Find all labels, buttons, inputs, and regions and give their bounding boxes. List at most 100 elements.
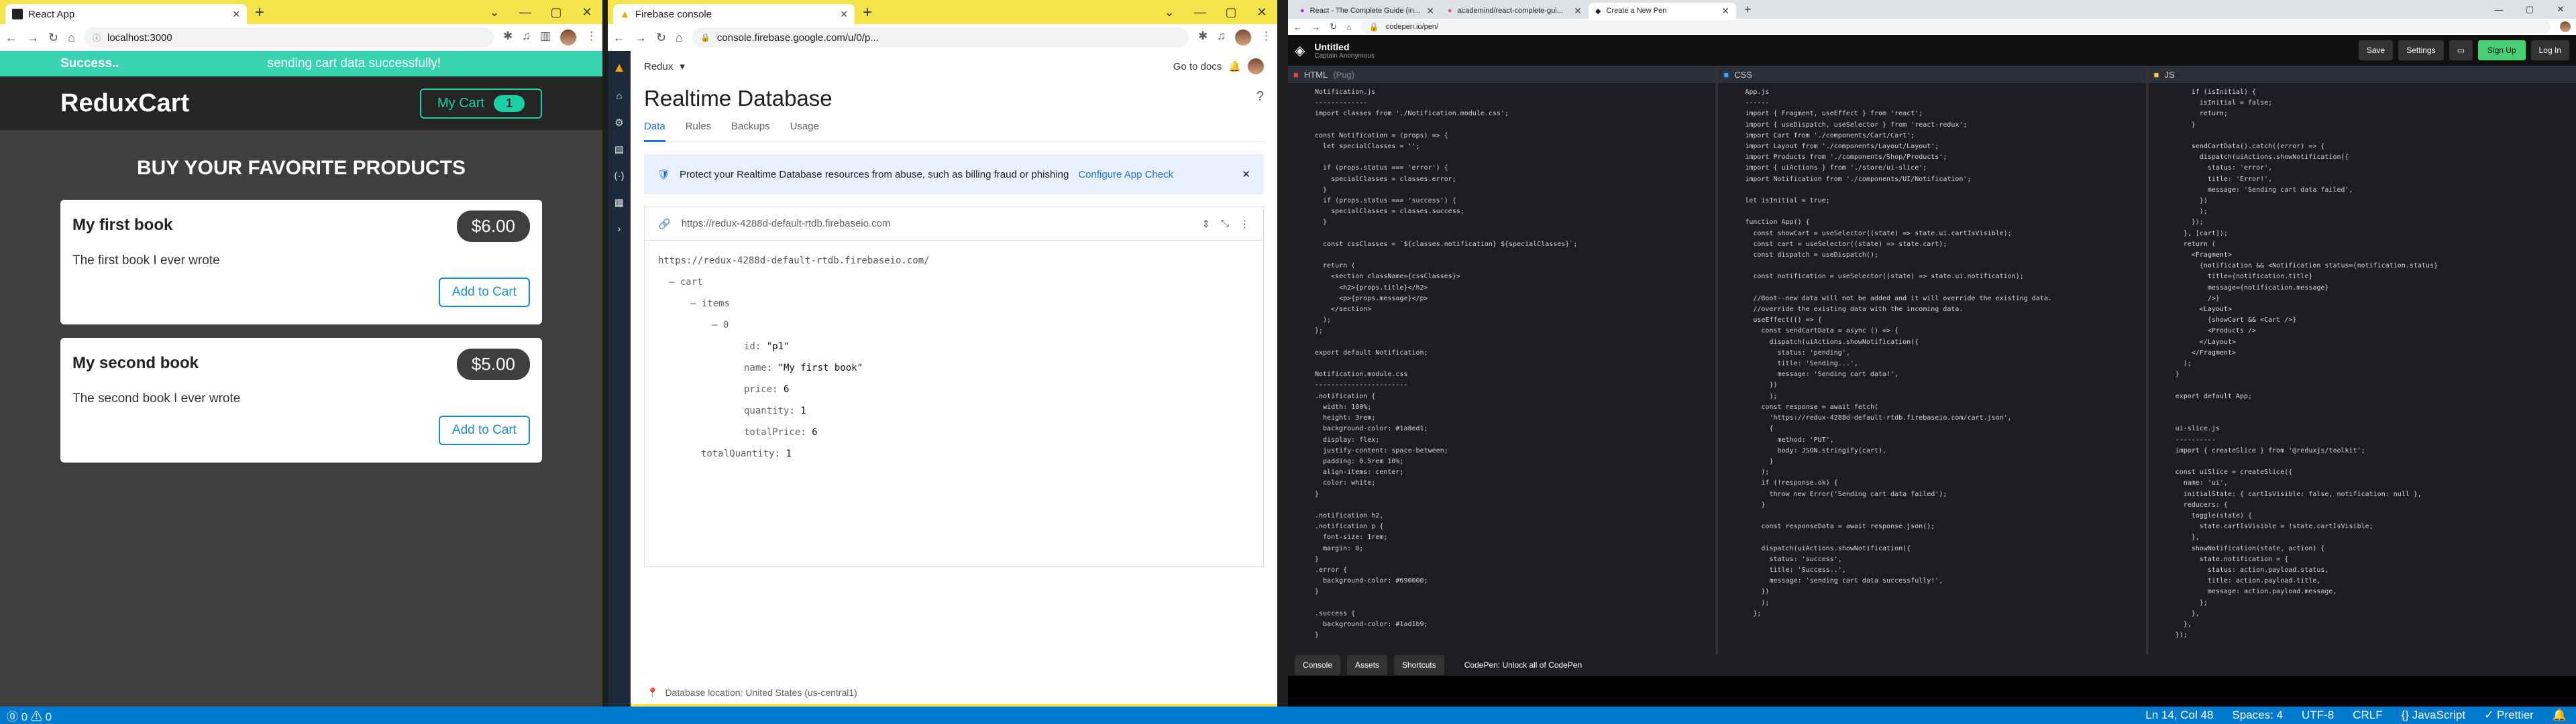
maximize-icon[interactable]: ▢	[2514, 0, 2545, 19]
encoding[interactable]: UTF-8	[2292, 709, 2343, 722]
settings-icon[interactable]: ⚙	[614, 117, 623, 129]
db-url[interactable]: https://redux-4288d-default-rtdb.firebas…	[682, 218, 891, 229]
close-window-icon[interactable]: ✕	[2545, 0, 2576, 19]
address-bar[interactable]: 🔒 codepen.io/pen/	[1360, 20, 2551, 34]
tab-backups[interactable]: Backups	[731, 121, 770, 141]
promo-text[interactable]: CodePen: Unlock all of CodePen	[1464, 660, 1582, 670]
home-icon[interactable]: ⌂	[616, 90, 622, 102]
close-tab-icon[interactable]: ✕	[1426, 5, 1434, 17]
language-mode[interactable]: {} JavaScript	[2392, 709, 2475, 722]
menu-icon[interactable]: ⋮	[586, 29, 597, 46]
problems-indicator[interactable]: ⓪ 0 ⚠ 0	[0, 707, 58, 724]
tab-react-app[interactable]: React App ✕	[5, 4, 247, 24]
indentation[interactable]: Spaces: 4	[2222, 709, 2292, 722]
reload-icon[interactable]: ↻	[656, 31, 666, 45]
close-tab-icon[interactable]: ✕	[840, 9, 848, 20]
tab-search-icon[interactable]: ⌄	[1154, 0, 1185, 24]
menu-icon[interactable]: ⋮	[1260, 29, 1272, 46]
media-icon[interactable]: ♫	[1217, 29, 1226, 46]
close-tab-icon[interactable]: ✕	[232, 9, 240, 20]
new-tab-icon[interactable]: +	[863, 3, 872, 22]
tree-node[interactable]: – cart	[658, 272, 1250, 293]
bell-icon[interactable]: 🔔	[1228, 60, 1241, 72]
goto-docs-link[interactable]: Go to docs	[1173, 61, 1222, 72]
address-bar[interactable]: ⓘ localhost:3000	[84, 27, 494, 48]
sidepanel-icon[interactable]: ▥	[540, 29, 551, 46]
tab-codepen[interactable]: ◆ Create a New Pen ✕	[1589, 3, 1736, 19]
lock-icon[interactable]: 🔒	[1369, 22, 1379, 32]
functions-icon[interactable]: (·)	[614, 170, 625, 182]
tab-github[interactable]: ● academind/react-complete-gui... ✕	[1441, 3, 1589, 19]
close-window-icon[interactable]: ✕	[1246, 0, 1277, 24]
maximize-icon[interactable]: ▢	[541, 0, 572, 24]
address-bar[interactable]: 🔒 console.firebase.google.com/u/0/p...	[692, 27, 1189, 48]
save-button[interactable]: Save	[2358, 40, 2394, 60]
layout-button[interactable]: ▭	[2449, 40, 2473, 60]
codepen-logo-icon[interactable]: ◈	[1295, 42, 1305, 59]
shortcuts-button[interactable]: Shortcuts	[1394, 655, 1444, 675]
project-selector[interactable]: Redux	[644, 61, 673, 72]
close-icon[interactable]: ✕	[1242, 168, 1250, 180]
back-icon[interactable]: ←	[1293, 22, 1302, 32]
tree-leaf[interactable]: totalQuantity: 1	[658, 443, 1250, 465]
tab-rules[interactable]: Rules	[686, 121, 711, 141]
tree-leaf[interactable]: name: "My first book"	[658, 357, 1250, 379]
more-icon[interactable]: ⋮	[1240, 218, 1250, 230]
info-icon[interactable]: ⓘ	[93, 32, 101, 44]
code-editor[interactable]: App.js ------ import { Fragment, useEffe…	[1718, 83, 2145, 653]
media-icon[interactable]: ♫	[522, 29, 531, 46]
extensions-icon[interactable]: ✱	[503, 29, 513, 46]
configure-app-check-link[interactable]: Configure App Check	[1078, 169, 1173, 180]
close-window-icon[interactable]: ✕	[572, 0, 602, 24]
collapse-icon[interactable]: ⤡	[1221, 218, 1229, 229]
tree-leaf[interactable]: id: "p1"	[658, 336, 1250, 357]
close-tab-icon[interactable]: ✕	[1574, 5, 1582, 17]
profile-avatar[interactable]	[2560, 21, 2571, 32]
assets-button[interactable]: Assets	[1347, 655, 1388, 675]
add-to-cart-button[interactable]: Add to Cart	[438, 278, 530, 307]
line-ending[interactable]: CRLF	[2343, 709, 2392, 722]
new-tab-icon[interactable]: +	[255, 3, 264, 22]
forward-icon[interactable]: →	[27, 31, 39, 45]
tab-firebase[interactable]: ▲ Firebase console ✕	[613, 4, 855, 24]
back-icon[interactable]: ←	[5, 31, 17, 45]
tree-node[interactable]: – 0	[658, 314, 1250, 336]
code-editor[interactable]: Notification.js ------------- import cla…	[1288, 83, 1715, 653]
cart-button[interactable]: My Cart 1	[419, 88, 542, 119]
code-editor[interactable]: if (isInitial) { isInitial = false; retu…	[2149, 83, 2576, 653]
profile-avatar[interactable]	[560, 29, 576, 46]
tab-data[interactable]: Data	[644, 121, 665, 142]
tree-leaf[interactable]: price: 6	[658, 379, 1250, 400]
home-icon[interactable]: ⌂	[68, 31, 75, 45]
forward-icon[interactable]: →	[1311, 22, 1320, 32]
expand-icon[interactable]: ›	[618, 223, 621, 235]
settings-button[interactable]: Settings	[2398, 40, 2444, 60]
tree-leaf[interactable]: quantity: 1	[658, 400, 1250, 422]
home-icon[interactable]: ⌂	[1346, 22, 1352, 32]
maximize-icon[interactable]: ▢	[1216, 0, 1246, 24]
apps-icon[interactable]: ▦	[614, 196, 624, 208]
tab-react-guide[interactable]: ● React - The Complete Guide (in... ✕	[1293, 3, 1441, 19]
forward-icon[interactable]: →	[635, 31, 647, 45]
lock-icon[interactable]: 🔒	[700, 33, 710, 42]
help-icon[interactable]: ?	[1256, 89, 1264, 105]
profile-avatar[interactable]	[1235, 29, 1251, 46]
cursor-position[interactable]: Ln 14, Col 48	[2136, 709, 2222, 722]
new-tab-icon[interactable]: +	[1744, 3, 1752, 17]
signup-button[interactable]: Sign Up	[2477, 40, 2526, 60]
tree-node[interactable]: – items	[658, 293, 1250, 314]
tab-search-icon[interactable]: ⌄	[479, 0, 510, 24]
close-tab-icon[interactable]: ✕	[1721, 5, 1729, 17]
database-icon[interactable]: ▤	[614, 143, 624, 156]
minimize-icon[interactable]: —	[510, 0, 541, 24]
back-icon[interactable]: ←	[613, 31, 625, 45]
minimize-icon[interactable]: —	[1185, 0, 1216, 24]
prettier-status[interactable]: ✓ Prettier	[2475, 709, 2543, 722]
reload-icon[interactable]: ↻	[48, 31, 58, 45]
pen-title[interactable]: Untitled	[1314, 42, 1375, 52]
tab-usage[interactable]: Usage	[790, 121, 819, 141]
bell-icon[interactable]: 🔔	[2543, 709, 2576, 722]
tree-root[interactable]: https://redux-4288d-default-rtdb.firebas…	[658, 250, 1250, 272]
profile-avatar[interactable]	[1248, 58, 1264, 74]
minimize-icon[interactable]: —	[2483, 0, 2514, 19]
